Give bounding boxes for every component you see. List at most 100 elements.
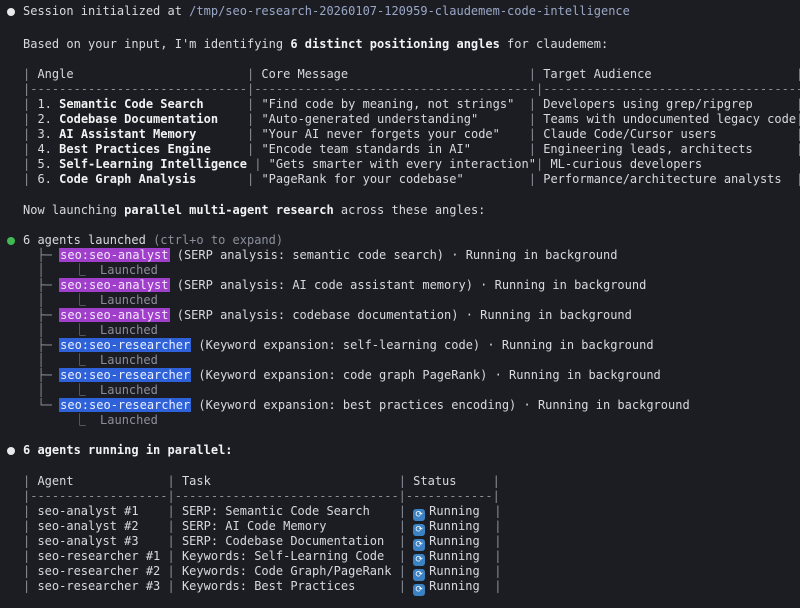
agent-name: seo-analyst #1 [37,504,168,518]
column-header: Angle [37,67,247,81]
angle-number: 6. [37,172,60,186]
angle-name: Code Graph Analysis [59,172,197,186]
core-message: "Encode team standards in AI" [261,142,529,156]
agent-tag: seo:seo-researcher [59,398,192,412]
core-message: "Gets smarter with every interaction" [268,157,536,171]
terminal-window: Session initialized at /tmp/seo-research… [0,0,800,608]
core-message: "Find code by meaning, not strings" [261,97,529,111]
agent-item[interactable]: ├─ seo:seo-analyst (SERP analysis: codeb… [23,308,632,323]
agent-status: │ ⎿ Launched [23,323,158,337]
agent-task: Keywords: Best Practices [181,579,399,593]
angle-number: 4. [37,142,60,156]
agent-description: (Keyword expansion: best practices encod… [191,398,690,412]
table-row: | seo-analyst #2 | SERP: AI Code Memory … [23,519,502,536]
table-row: | 4. Best Practices Engine | "Encode tea… [23,142,800,156]
agent-item[interactable]: ├─ seo:seo-researcher (Keyword expansion… [23,368,661,383]
agent-name: seo-researcher #3 [37,579,168,593]
table-row: | seo-researcher #2 | Keywords: Code Gra… [23,564,502,581]
target-audience: Performance/architecture analysts [543,172,797,186]
agent-status-value: Running [429,579,480,593]
agent-description: (Keyword expansion: self-learning code) … [191,338,654,352]
column-header: Target Audience [543,67,797,81]
table-row: | 1. Semantic Code Search | "Find code b… [23,97,800,111]
agent-status-value: Running [429,549,480,563]
agent-name: seo-researcher #2 [37,564,168,578]
agent-description: (SERP analysis: AI code assistant memory… [169,278,647,292]
table-row: | seo-researcher #3 | Keywords: Best Pra… [23,579,502,596]
column-header: Status [413,474,493,488]
agent-status-value: Running [429,534,480,548]
angle-number: 3. [37,127,60,141]
column-header: Task [181,474,399,488]
agent-tag: seo:seo-analyst [59,308,170,322]
angle-name: Semantic Code Search [59,97,204,111]
agent-item[interactable]: ├─ seo:seo-analyst (SERP analysis: AI co… [23,278,646,293]
expand-hint: (ctrl+o to expand) [153,233,284,247]
agent-status-text: Launched [100,383,158,397]
table-row: | 6. Code Graph Analysis | "PageRank for… [23,172,800,186]
angle-name: Best Practices Engine [59,142,211,156]
core-message: "Auto-generated understanding" [261,112,529,126]
bullet-icon [7,447,15,455]
agent-task: SERP: Codebase Documentation [181,534,399,548]
table-row: | seo-researcher #1 | Keywords: Self-Lea… [23,549,502,566]
agents-launched-header[interactable]: 6 agents launched (ctrl+o to expand) [23,233,283,248]
agent-status-value: Running [429,504,480,518]
refresh-icon: ⟳ [413,584,426,596]
intro-line: Based on your input, I'm identifying 6 d… [23,37,609,51]
agent-tag: seo:seo-researcher [59,368,192,382]
agent-status-text: Launched [100,323,158,337]
launch-line: Now launching parallel multi-agent resea… [23,203,486,217]
agent-status: ⎿ Launched [23,413,158,427]
agent-description: (SERP analysis: semantic code search) · … [169,248,618,262]
core-message: "PageRank for your codebase" [261,172,529,186]
table-row: | seo-analyst #3 | SERP: Codebase Docume… [23,534,502,551]
target-audience: Claude Code/Cursor users [543,127,797,141]
table-header-row: | Angle | Core Message | Target Audience… [23,67,800,81]
agent-item[interactable]: ├─ seo:seo-analyst (SERP analysis: seman… [23,248,617,263]
table-header-row: | Agent | Task | Status | [23,474,500,488]
success-dot-icon [7,237,15,245]
target-audience: ML-curious developers [550,157,800,171]
target-audience: Developers using grep/ripgrep [543,97,797,111]
table-row: | 2. Codebase Documentation | "Auto-gene… [23,112,800,126]
agent-status-text: Launched [100,413,158,427]
column-header: Agent [37,474,168,488]
agent-status-value: Running [429,564,480,578]
agent-status-text: Launched [100,293,158,307]
agent-status: │ ⎿ Launched [23,383,158,397]
agent-status: │ ⎿ Launched [23,353,158,367]
session-line: Session initialized at /tmp/seo-research… [23,4,630,18]
table-row: | seo-analyst #1 | SERP: Semantic Code S… [23,504,502,521]
bullet-icon [7,8,15,16]
agent-status-text: Launched [100,353,158,367]
table-row: | 3. AI Assistant Memory | "Your AI neve… [23,127,800,141]
agent-status: │ ⎿ Launched [23,263,158,277]
angle-number: 1. [37,97,60,111]
agent-tag: seo:seo-researcher [59,338,192,352]
table-row: | 5. Self-Learning Intelligence | "Gets … [23,157,800,172]
angle-name: Self-Learning Intelligence [59,157,247,171]
agent-task: Keywords: Code Graph/PageRank [181,564,399,578]
agent-description: (Keyword expansion: code graph PageRank)… [191,368,661,382]
target-audience: Engineering leads, architects [543,142,797,156]
angle-name: Codebase Documentation [59,112,219,126]
agent-status-value: Running [429,519,480,533]
agent-name: seo-analyst #3 [37,534,168,548]
agent-tag: seo:seo-analyst [59,248,170,262]
agent-description: (SERP analysis: codebase documentation) … [169,308,632,322]
agent-task: Keywords: Self-Learning Code [181,549,399,563]
agent-item[interactable]: └─ seo:seo-researcher (Keyword expansion… [23,398,690,413]
agent-item[interactable]: ├─ seo:seo-researcher (Keyword expansion… [23,338,654,353]
core-message: "Your AI never forgets your code" [261,127,529,141]
table-separator: |-------------------|-------------------… [23,489,500,503]
table-separator: |------------------------------|--------… [23,82,800,96]
agent-task: SERP: AI Code Memory [181,519,399,533]
agent-tag: seo:seo-analyst [59,278,170,292]
agent-status: │ ⎿ Launched [23,293,158,307]
agent-name: seo-analyst #2 [37,519,168,533]
target-audience: Teams with undocumented legacy code [543,112,797,126]
agent-name: seo-researcher #1 [37,549,168,563]
running-header: 6 agents running in parallel: [23,443,233,457]
angle-number: 2. [37,112,60,126]
